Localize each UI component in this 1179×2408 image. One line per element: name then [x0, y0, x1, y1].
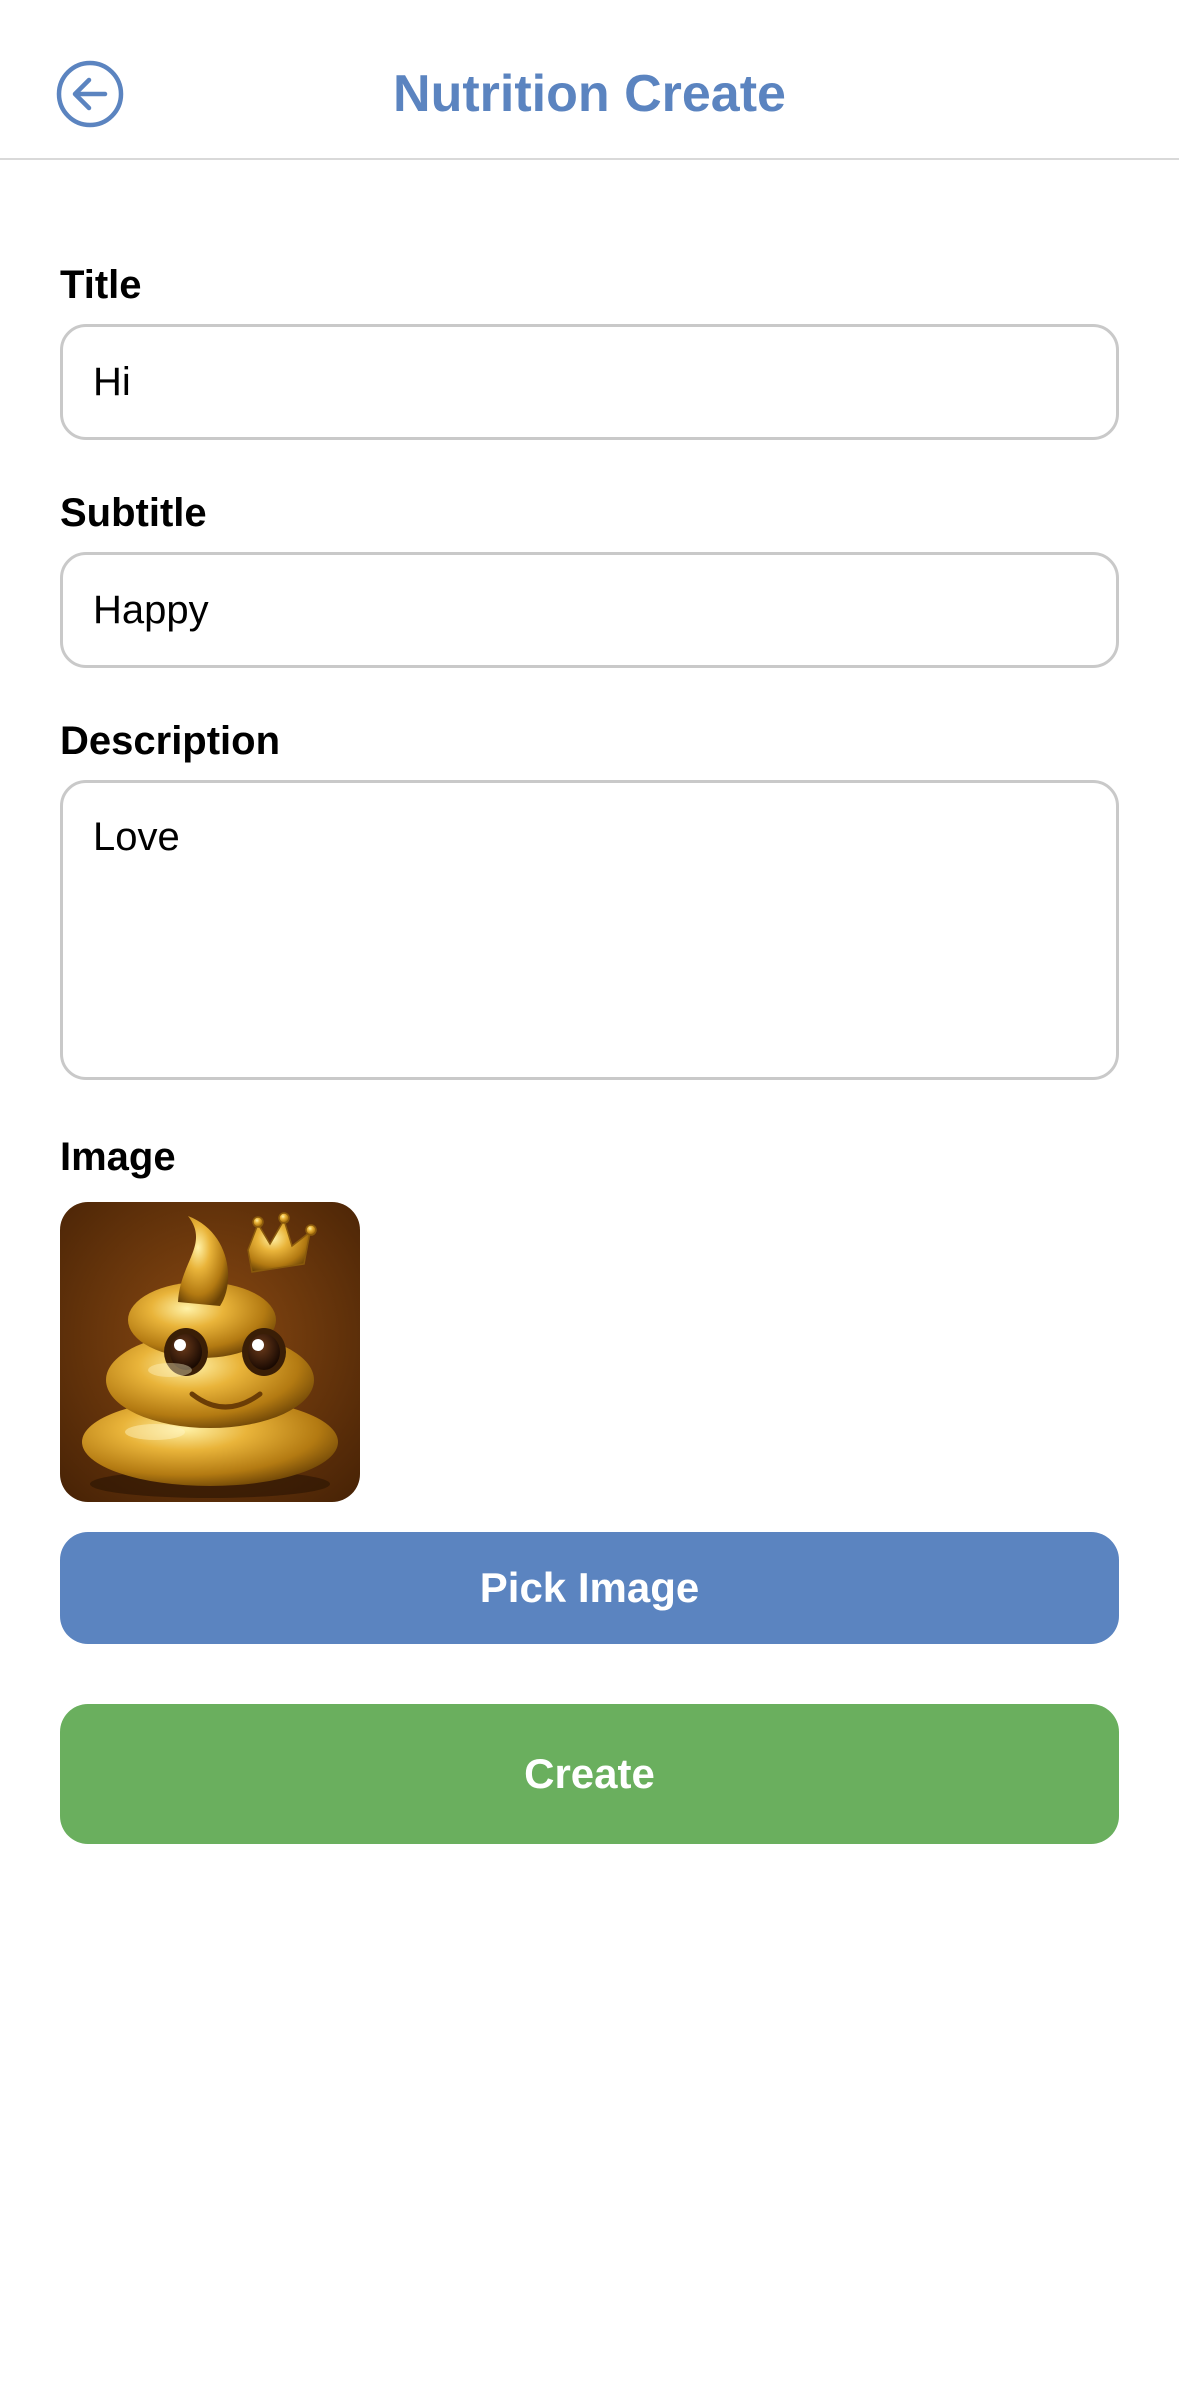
nutrition-form: Title Subtitle Description Love Image [60, 260, 1119, 1844]
image-group: Image [60, 1132, 1119, 1502]
golden-poop-emoji-image [60, 1202, 360, 1502]
subtitle-input[interactable] [60, 552, 1119, 668]
image-label: Image [60, 1135, 176, 1179]
description-group: Description Love [60, 716, 1119, 1080]
nav-header: Nutrition Create [0, 0, 1179, 160]
subtitle-group: Subtitle [60, 488, 1119, 668]
nutrition-create-screen: Nutrition Create Title Subtitle Descript… [0, 0, 1179, 2408]
description-input[interactable]: Love [60, 780, 1119, 1080]
title-input[interactable] [60, 324, 1119, 440]
selected-image-preview [60, 1202, 360, 1502]
create-button[interactable]: Create [60, 1704, 1119, 1844]
page-title: Nutrition Create [393, 65, 786, 123]
subtitle-label: Subtitle [60, 491, 207, 535]
title-label: Title [60, 263, 142, 307]
title-group: Title [60, 260, 1119, 440]
description-label: Description [60, 719, 281, 763]
pick-image-button[interactable]: Pick Image [60, 1532, 1119, 1644]
